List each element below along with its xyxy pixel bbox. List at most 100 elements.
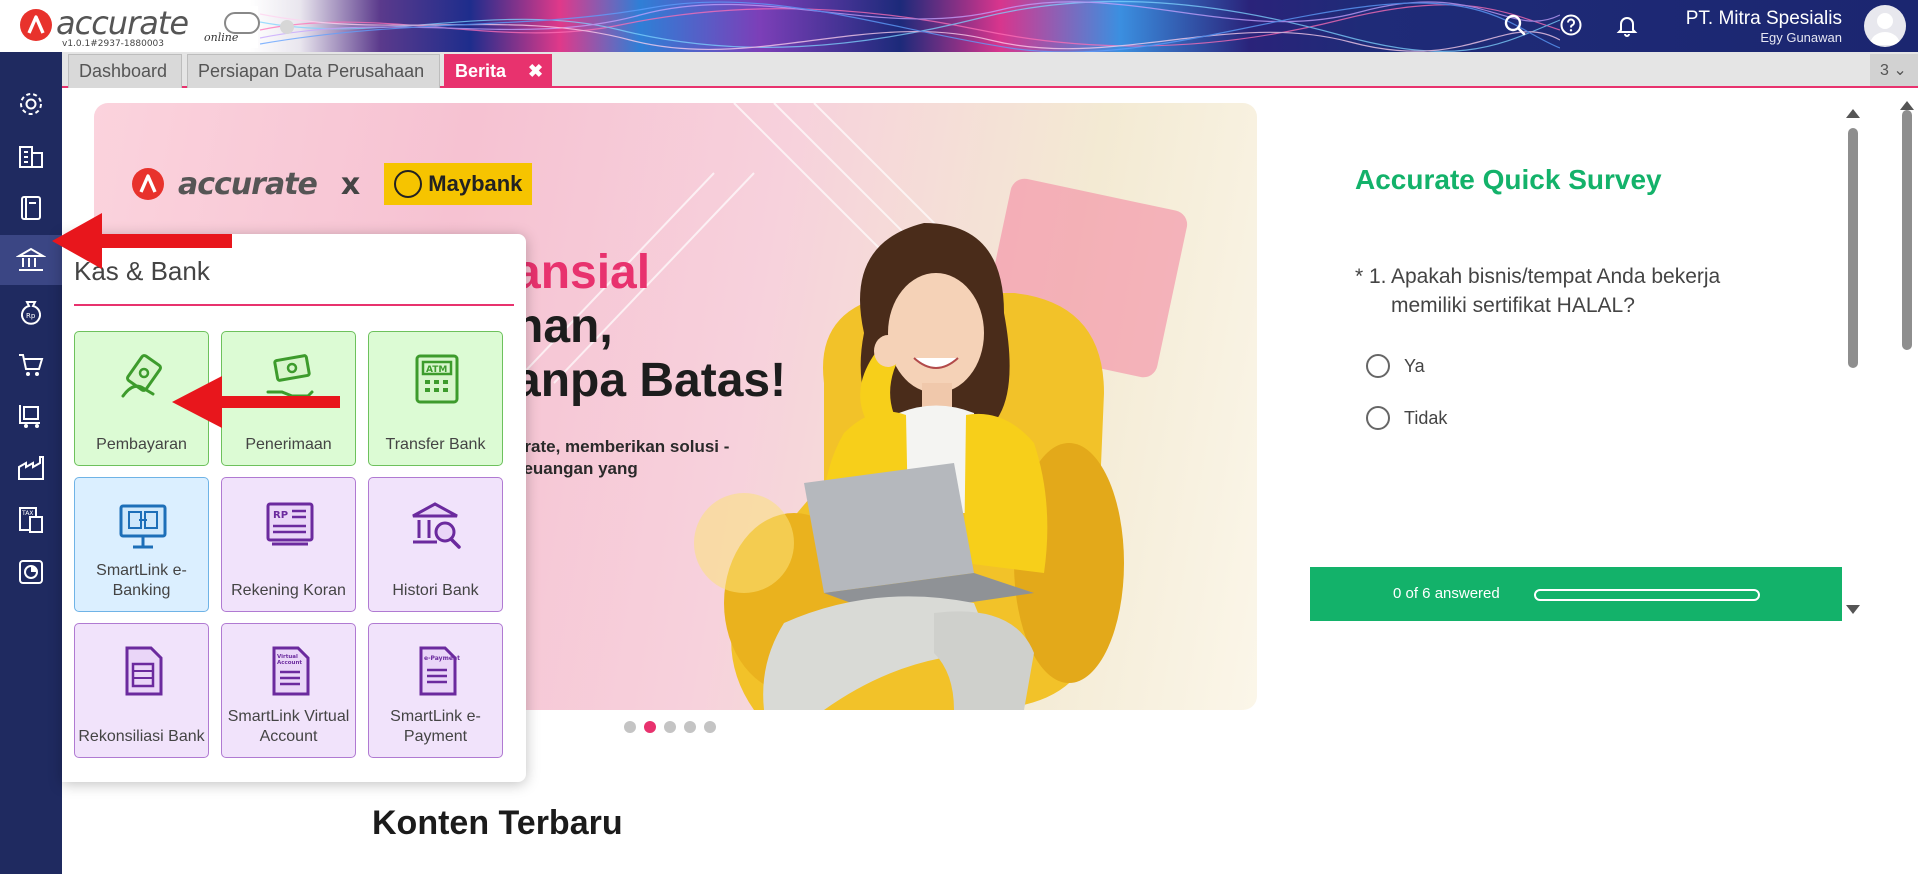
company-name: PT. Mitra Spesialis (1685, 8, 1842, 29)
ebanking-icon (119, 504, 167, 549)
tab-dashboard[interactable]: Dashboard (68, 54, 182, 88)
close-icon[interactable]: ✖ (528, 61, 543, 81)
sidebar-item-settings[interactable] (0, 79, 62, 129)
tab-label: Persiapan Data Perusahaan (198, 61, 425, 81)
carousel-dot[interactable] (624, 721, 636, 733)
carousel-dot[interactable] (684, 721, 696, 733)
status-dot (280, 20, 294, 34)
sidebar-item-tax[interactable]: TAX (0, 495, 62, 545)
tile-label: Penerimaan (245, 436, 332, 453)
survey-scroll-thumb[interactable] (1848, 128, 1858, 368)
tab-bar: Dashboard Persiapan Data Perusahaan Beri… (62, 52, 1918, 88)
tab-label: Berita (455, 61, 507, 81)
survey-scrollbar[interactable] (1846, 108, 1858, 608)
maybank-tiger-icon (394, 170, 423, 198)
survey-title: Accurate Quick Survey (1355, 164, 1662, 195)
carousel-dot-active[interactable] (644, 721, 656, 733)
svg-text:ATM: ATM (426, 365, 447, 375)
sidebar-item-inventory[interactable] (0, 443, 62, 493)
scroll-up-arrow-icon[interactable] (1846, 109, 1860, 118)
menu-tile-rekening-koran[interactable]: RP Rekening Koran (221, 477, 356, 612)
payment-icon (121, 354, 162, 398)
tab-label: Dashboard (79, 61, 168, 81)
survey-progress-text: 0 of 6 answered (1393, 585, 1500, 602)
company-switcher[interactable]: PT. Mitra Spesialis Egy Gunawan (1686, 8, 1842, 45)
factory-icon (18, 456, 44, 480)
svg-text:TAX: TAX (21, 510, 33, 517)
survey-option-ya[interactable]: Ya (1366, 354, 1425, 378)
question-number: * 1. (1355, 265, 1387, 288)
sidebar-item-receivable[interactable]: Rp (0, 287, 62, 337)
menu-tile-smartlink-virtual-account[interactable]: Virtual Account SmartLink Virtual Account (221, 623, 356, 758)
option-label: Tidak (1404, 407, 1448, 428)
menu-tile-transfer-bank[interactable]: ATM Transfer Bank (368, 331, 503, 466)
bank-history-icon (412, 502, 461, 549)
tab-persiapan-data[interactable]: Persiapan Data Perusahaan (187, 54, 440, 88)
sidebar-item-reports[interactable] (0, 547, 62, 597)
page-scroll-up-arrow-icon[interactable] (1900, 101, 1914, 110)
tile-label: SmartLink e-Banking (96, 562, 187, 599)
tab-count-dropdown[interactable]: 3 ⌄ (1870, 54, 1918, 86)
page-scroll-thumb[interactable] (1902, 110, 1912, 350)
bank-statement-icon: RP (266, 502, 314, 546)
banner-glow-decoration (694, 493, 794, 593)
survey-question: * 1. Apakah bisnis/tempat Anda bekerja m… (1355, 262, 1775, 320)
search-icon[interactable] (1500, 10, 1530, 40)
bell-icon[interactable] (1612, 10, 1642, 40)
tile-label: Histori Bank (392, 582, 479, 599)
radio-button[interactable] (1366, 406, 1390, 430)
header-wave-decoration (260, 0, 1560, 52)
sidebar-item-company[interactable] (0, 131, 62, 181)
tile-label: SmartLink Virtual Account (227, 708, 350, 745)
svg-text:Account: Account (277, 660, 302, 666)
page-scrollbar[interactable] (1900, 100, 1912, 870)
menu-tile-smartlink-ebanking[interactable]: SmartLink e-Banking (74, 477, 209, 612)
header-actions (1500, 10, 1642, 40)
carousel-indicators (624, 721, 716, 733)
scroll-down-arrow-icon[interactable] (1846, 605, 1860, 614)
avatar[interactable] (1864, 5, 1906, 47)
tile-label: SmartLink e-Payment (390, 708, 481, 745)
user-name: Egy Gunawan (1760, 30, 1842, 45)
tile-label: Pembayaran (96, 436, 187, 453)
banner-brand: accurate (178, 166, 318, 202)
carousel-dot[interactable] (664, 721, 676, 733)
gear-icon (20, 93, 42, 115)
accurate-logo[interactable]: accurate online v1.0.1#2937-1880003 (18, 4, 260, 49)
tab-berita[interactable]: Berita ✖ (444, 54, 552, 88)
survey-progress-track (1534, 589, 1760, 601)
epayment-icon: e-Payment (419, 646, 460, 696)
banner-headline-1: ansial (514, 246, 651, 299)
latest-content-heading: Konten Terbaru (372, 804, 623, 842)
survey-progress-bar: 0 of 6 answered (1310, 567, 1842, 621)
menu-tile-rekonsiliasi-bank[interactable]: Rekonsiliasi Bank (74, 623, 209, 758)
question-text: Apakah bisnis/tempat Anda bekerja memili… (1391, 265, 1721, 317)
building-icon (19, 146, 43, 168)
tile-label: Rekening Koran (231, 582, 346, 599)
sidebar-item-sales[interactable] (0, 339, 62, 389)
carousel-dot[interactable] (704, 721, 716, 733)
sidebar-item-purchase[interactable] (0, 391, 62, 441)
maybank-label: Maybank (428, 171, 523, 196)
book-icon (21, 196, 41, 220)
cash-bank-menu: Kas & Bank Pembayaran Penerimaan ATM Tra… (62, 234, 526, 782)
atm-icon: ATM (415, 354, 459, 404)
virtual-account-icon: VirtualAccount (272, 646, 310, 696)
survey-option-tidak[interactable]: Tidak (1366, 406, 1447, 430)
app-version: v1.0.1#2937-1880003 (62, 39, 165, 49)
reconcile-icon (125, 646, 163, 696)
tile-label: Transfer Bank (385, 436, 486, 453)
banner-logo-lockup: accurate x Maybank (132, 163, 533, 205)
help-icon[interactable] (1556, 10, 1586, 40)
menu-tile-smartlink-epayment[interactable]: e-Payment SmartLink e-Payment (368, 623, 503, 758)
banner-x: x (340, 166, 361, 202)
accurate-logo-mark (20, 9, 52, 41)
tax-icon: TAX (19, 507, 43, 533)
menu-tile-histori-bank[interactable]: Histori Bank (368, 477, 503, 612)
bank-icon (16, 247, 46, 271)
radio-button[interactable] (1366, 354, 1390, 378)
menu-title-divider (74, 304, 514, 306)
svg-text:RP: RP (273, 510, 288, 521)
report-icon (19, 560, 43, 584)
accurate-logo-mark (132, 168, 164, 200)
